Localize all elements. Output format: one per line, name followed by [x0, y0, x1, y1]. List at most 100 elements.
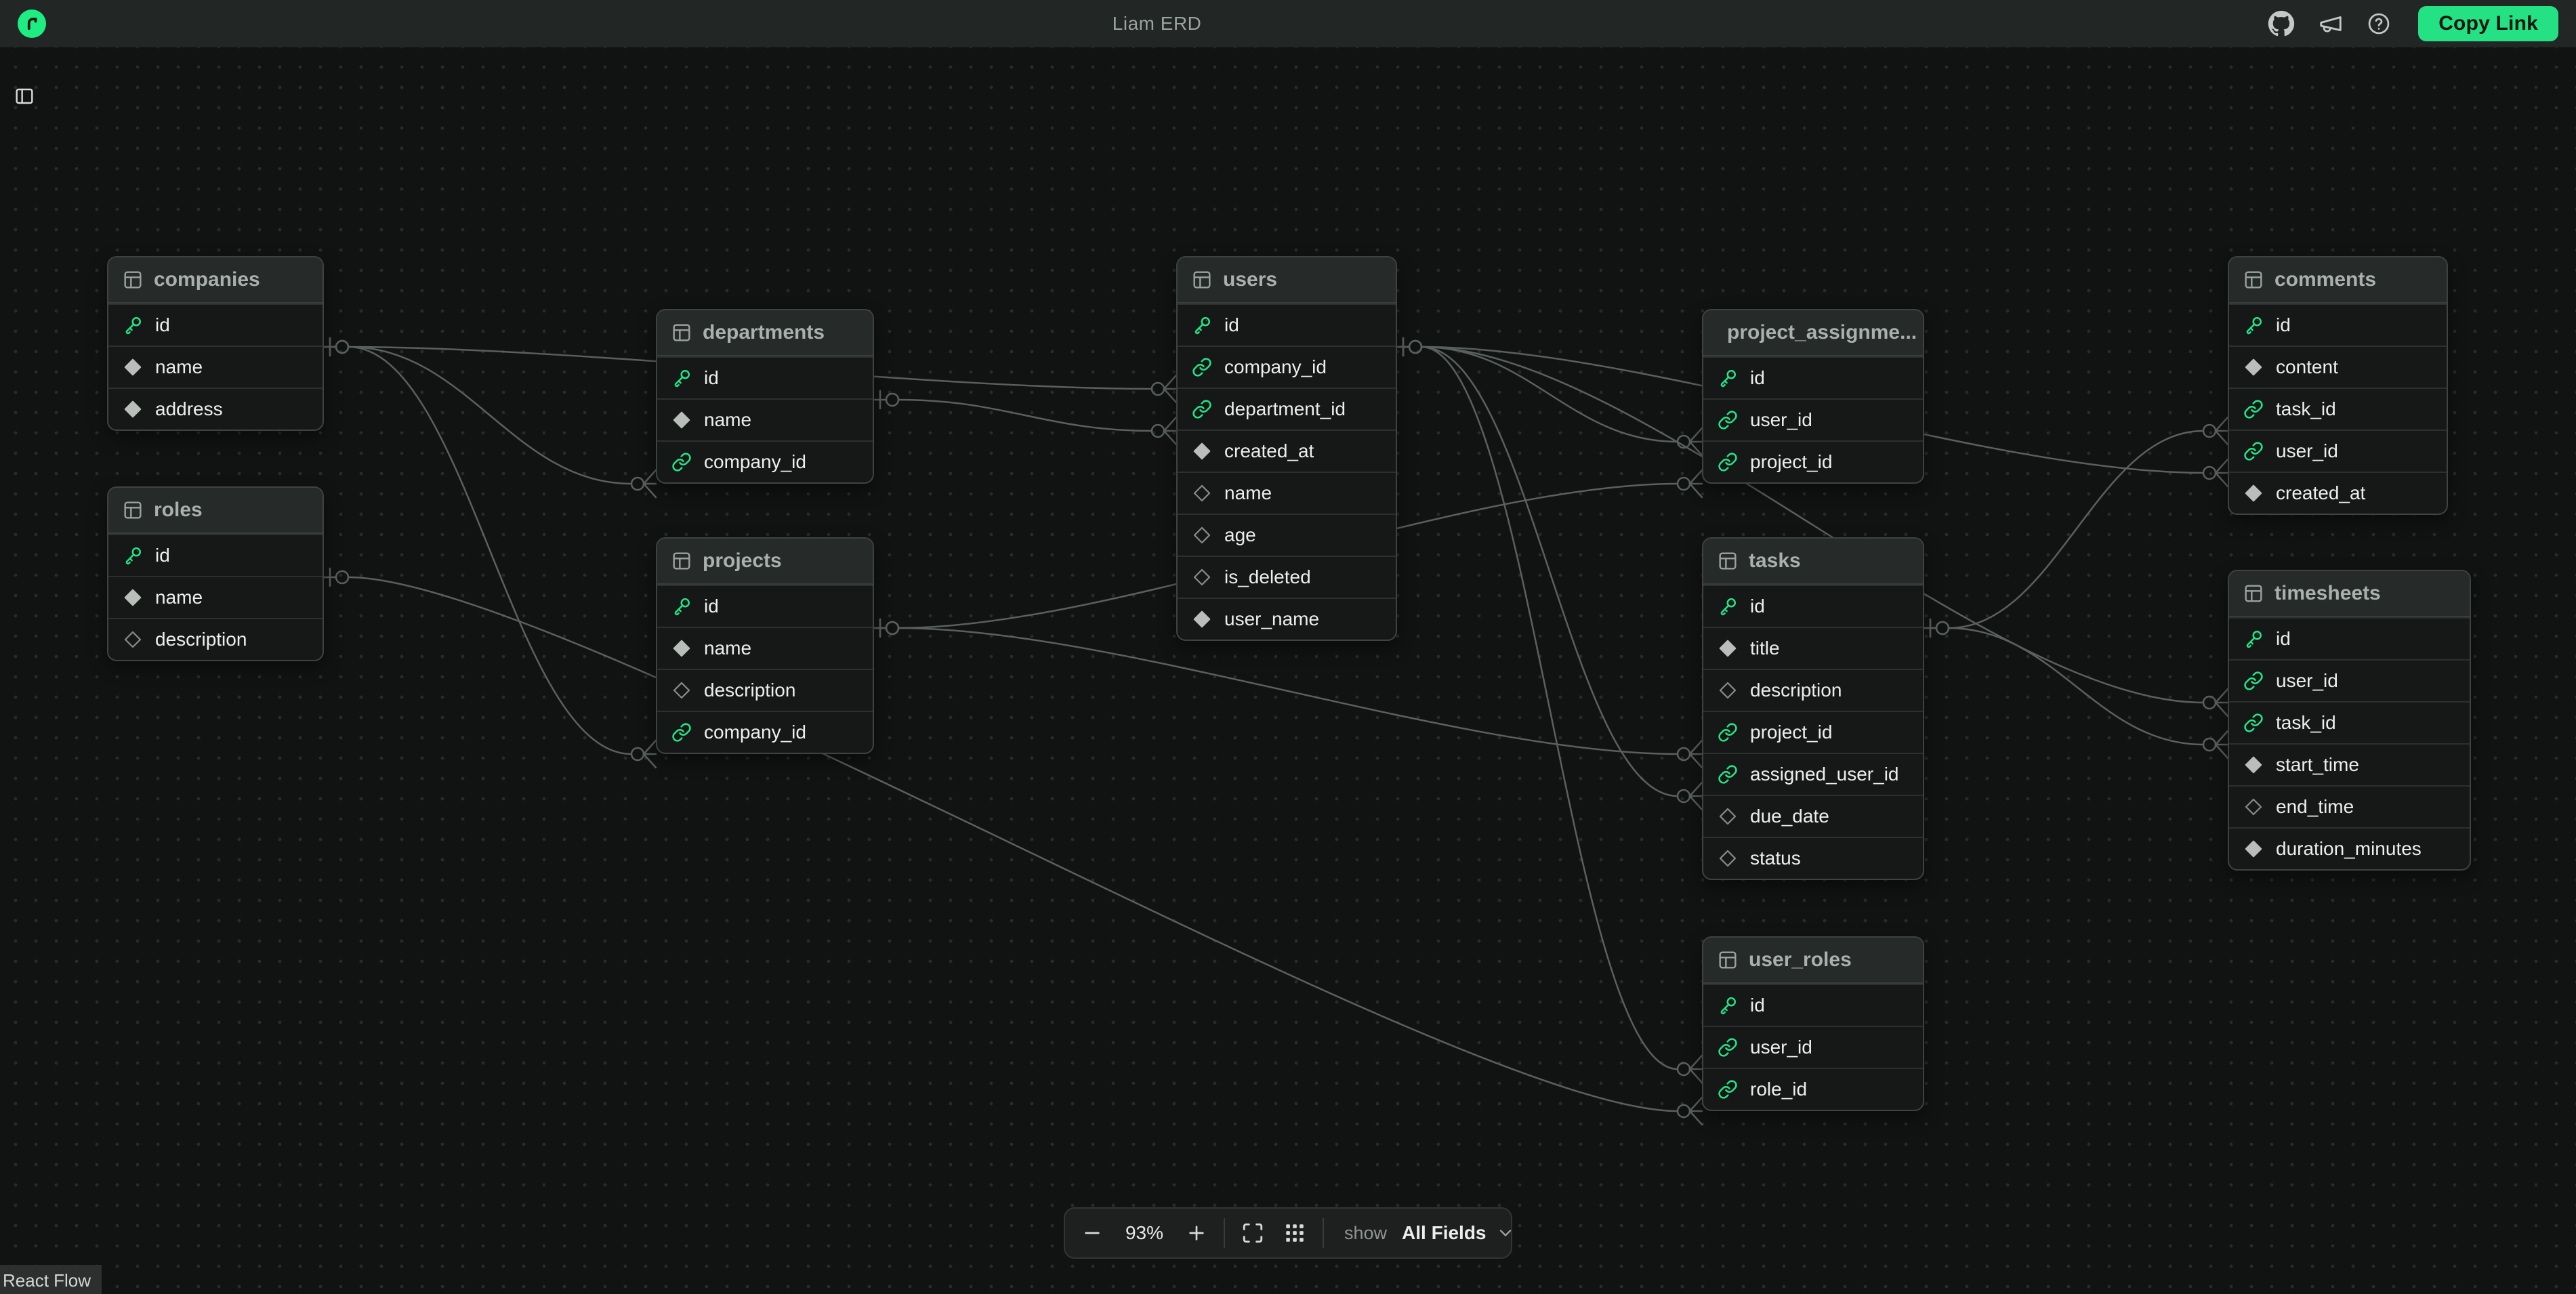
table-header-companies[interactable]: companies: [108, 257, 323, 304]
field-roles-name[interactable]: name: [108, 576, 323, 618]
table-header-roles[interactable]: roles: [108, 488, 323, 534]
zoom-in-button[interactable]: [1183, 1219, 1210, 1247]
field-name: description: [1750, 680, 1842, 701]
field-project_assignments-user_id[interactable]: user_id: [1703, 398, 1923, 440]
edge-tasks-timesheets: [1924, 619, 2228, 758]
field-comments-created_at[interactable]: created_at: [2229, 472, 2447, 514]
react-flow-attribution[interactable]: React Flow: [0, 1265, 102, 1294]
field-projects-name[interactable]: name: [657, 627, 873, 669]
field-timesheets-task_id[interactable]: task_id: [2229, 701, 2470, 743]
table-project_assignments[interactable]: project_assignme... id user_id project_i…: [1702, 309, 1924, 484]
field-users-department_id[interactable]: department_id: [1178, 388, 1396, 430]
field-comments-content[interactable]: content: [2229, 346, 2447, 388]
field-name: id: [2276, 628, 2291, 650]
field-users-id[interactable]: id: [1178, 304, 1396, 346]
tidy-up-button[interactable]: [1281, 1219, 1309, 1247]
field-departments-company_id[interactable]: company_id: [657, 440, 873, 482]
table-user_roles[interactable]: user_roles id user_id role_id: [1702, 936, 1924, 1111]
nullable-icon: [1192, 525, 1212, 545]
field-departments-name[interactable]: name: [657, 398, 873, 440]
fit-view-button[interactable]: [1239, 1219, 1267, 1247]
field-comments-id[interactable]: id: [2229, 304, 2447, 346]
zoom-out-button[interactable]: [1079, 1219, 1106, 1247]
feedback-button[interactable]: [2318, 11, 2344, 37]
field-users-age[interactable]: age: [1178, 514, 1396, 556]
table-departments[interactable]: departments idname company_id: [656, 309, 874, 484]
field-name: name: [155, 587, 203, 608]
table-header-users[interactable]: users: [1178, 257, 1396, 304]
table-projects[interactable]: projects idnamedescription company_id: [656, 537, 874, 754]
field-user_roles-user_id[interactable]: user_id: [1703, 1026, 1923, 1068]
field-user_roles-id[interactable]: id: [1703, 984, 1923, 1026]
table-header-comments[interactable]: comments: [2229, 257, 2447, 304]
field-project_assignments-id[interactable]: id: [1703, 356, 1923, 398]
fields-filter-select[interactable]: All Fields: [1400, 1219, 1516, 1247]
field-users-company_id[interactable]: company_id: [1178, 346, 1396, 388]
field-project_assignments-project_id[interactable]: project_id: [1703, 440, 1923, 482]
toolbar-divider: [1323, 1218, 1324, 1248]
field-name: role_id: [1750, 1079, 1807, 1100]
field-name: due_date: [1750, 806, 1829, 827]
not-null-icon: [1718, 638, 1738, 659]
table-name: comments: [2274, 268, 2376, 291]
table-comments[interactable]: comments idcontent task_id user_idcreate…: [2228, 256, 2448, 515]
cardinality-one-marker: [874, 619, 886, 637]
cardinality-one-marker: [1397, 338, 1409, 356]
erd-canvas[interactable]: companies idnameaddress roles idnamedesc…: [0, 47, 2576, 1294]
field-roles-description[interactable]: description: [108, 618, 323, 660]
field-comments-task_id[interactable]: task_id: [2229, 388, 2447, 430]
edge-users-tasks: [1397, 338, 1702, 810]
field-companies-name[interactable]: name: [108, 346, 323, 388]
table-icon: [2243, 583, 2264, 604]
field-user_roles-role_id[interactable]: role_id: [1703, 1068, 1923, 1110]
field-name: task_id: [2276, 398, 2336, 420]
field-projects-description[interactable]: description: [657, 669, 873, 711]
not-null-icon: [123, 587, 143, 608]
table-header-departments[interactable]: departments: [657, 310, 873, 356]
field-users-is_deleted[interactable]: is_deleted: [1178, 556, 1396, 598]
liam-logo-glyph-icon: [22, 14, 42, 34]
field-companies-id[interactable]: id: [108, 304, 323, 346]
table-tasks[interactable]: tasks idtitle description project_id assi…: [1702, 537, 1924, 880]
field-users-created_at[interactable]: created_at: [1178, 430, 1396, 472]
table-header-timesheets[interactable]: timesheets: [2229, 571, 2470, 617]
table-header-projects[interactable]: projects: [657, 539, 873, 585]
field-tasks-status[interactable]: status: [1703, 837, 1923, 879]
field-timesheets-start_time[interactable]: start_time: [2229, 743, 2470, 785]
top-bar: Liam ERD Copy Link: [0, 0, 2576, 47]
field-comments-user_id[interactable]: user_id: [2229, 430, 2447, 472]
field-companies-address[interactable]: address: [108, 388, 323, 430]
field-tasks-project_id[interactable]: project_id: [1703, 711, 1923, 753]
field-timesheets-id[interactable]: id: [2229, 617, 2470, 659]
field-tasks-due_date[interactable]: due_date: [1703, 795, 1923, 837]
field-departments-id[interactable]: id: [657, 356, 873, 398]
liam-logo[interactable]: [18, 9, 46, 38]
field-projects-id[interactable]: id: [657, 585, 873, 627]
github-button[interactable]: [2268, 10, 2295, 37]
field-users-name[interactable]: name: [1178, 472, 1396, 514]
help-button[interactable]: [2367, 12, 2391, 36]
field-timesheets-duration_minutes[interactable]: duration_minutes: [2229, 827, 2470, 869]
field-projects-company_id[interactable]: company_id: [657, 711, 873, 753]
field-name: end_time: [2276, 796, 2354, 818]
field-tasks-title[interactable]: title: [1703, 627, 1923, 669]
field-tasks-description[interactable]: description: [1703, 669, 1923, 711]
field-timesheets-user_id[interactable]: user_id: [2229, 659, 2470, 701]
field-tasks-id[interactable]: id: [1703, 585, 1923, 627]
table-header-user_roles[interactable]: user_roles: [1703, 938, 1923, 984]
table-header-project_assignments[interactable]: project_assignme...: [1703, 310, 1923, 356]
minus-icon: [1081, 1222, 1103, 1244]
table-header-tasks[interactable]: tasks: [1703, 539, 1923, 585]
table-users[interactable]: users id company_id department_idcreated…: [1176, 256, 1397, 641]
field-timesheets-end_time[interactable]: end_time: [2229, 785, 2470, 827]
field-tasks-assigned_user_id[interactable]: assigned_user_id: [1703, 753, 1923, 795]
table-companies[interactable]: companies idnameaddress: [107, 256, 324, 431]
field-users-user_name[interactable]: user_name: [1178, 598, 1396, 640]
edge-companies-departments: [324, 338, 656, 497]
table-name: users: [1223, 268, 1277, 291]
field-roles-id[interactable]: id: [108, 534, 323, 576]
table-roles[interactable]: roles id name description: [107, 486, 324, 661]
sidebar-toggle-button[interactable]: [11, 83, 38, 112]
table-timesheets[interactable]: timesheets id user_id task_idstart_timee…: [2228, 570, 2471, 871]
copy-link-button[interactable]: Copy Link: [2418, 6, 2558, 41]
